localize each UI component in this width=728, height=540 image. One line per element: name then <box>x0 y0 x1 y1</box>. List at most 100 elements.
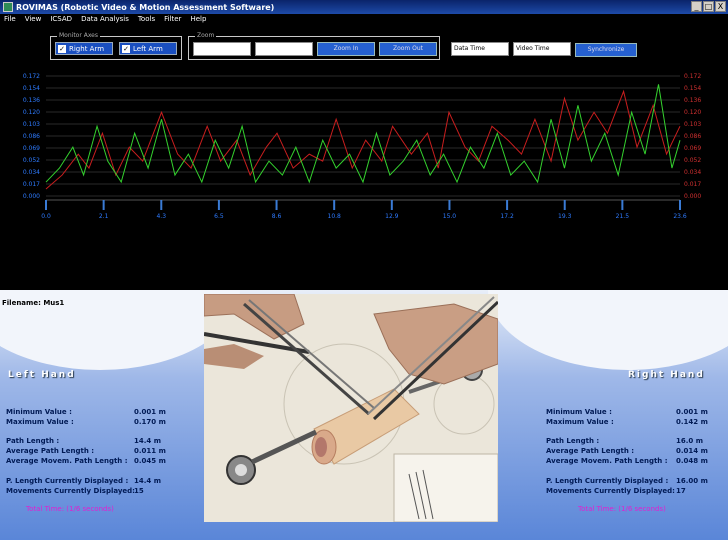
zoom-to-input[interactable] <box>255 42 313 56</box>
x-tick-label: 10.8 <box>328 213 342 220</box>
right-max-value: 0.142 m <box>676 418 708 426</box>
synchronize-button[interactable]: Synchronize <box>575 43 637 57</box>
left-min-value: 0.001 m <box>134 408 166 416</box>
right-arm-checkbox[interactable]: ✓ Right Arm <box>55 42 113 55</box>
left-avgm-label: Average Movem. Path Length : <box>6 457 128 465</box>
y-tick-label-right: 0.120 <box>684 109 701 116</box>
left-avg-value: 0.011 m <box>134 447 166 455</box>
surgical-video-image <box>204 294 498 522</box>
right-plen-value: 16.00 m <box>676 477 708 485</box>
y-tick-label-right: 0.017 <box>684 181 701 188</box>
y-tick-label-right: 0.052 <box>684 157 701 164</box>
y-tick-label: 0.052 <box>23 157 40 164</box>
zoom-out-button[interactable]: Zoom Out <box>379 42 437 56</box>
zoom-in-label: Zoom In <box>333 45 359 52</box>
left-path-label: Path Length : <box>6 437 60 445</box>
y-tick-label: 0.086 <box>23 133 40 140</box>
y-tick-label: 0.034 <box>23 169 40 176</box>
zoom-legend: Zoom <box>195 32 217 39</box>
y-tick-label: 0.120 <box>23 109 40 116</box>
y-tick-label-right: 0.172 <box>684 73 701 80</box>
left-arm-checkbox[interactable]: ✓ Left Arm <box>119 42 177 55</box>
x-tick-label: 12.9 <box>385 213 399 220</box>
y-tick-label: 0.154 <box>23 85 40 92</box>
right-avgm-value: 0.048 m <box>676 457 708 465</box>
zoom-in-button[interactable]: Zoom In <box>317 42 375 56</box>
y-tick-label: 0.136 <box>23 97 40 104</box>
y-tick-label-right: 0.086 <box>684 133 701 140</box>
y-tick-label-right: 0.034 <box>684 169 701 176</box>
menu-data-analysis[interactable]: Data Analysis <box>77 14 134 26</box>
decorative-curve <box>488 290 728 370</box>
app-icon <box>3 2 13 12</box>
left-arm-series-line <box>45 89 681 190</box>
left-moves-value: 15 <box>134 487 144 495</box>
x-tick-label: 17.2 <box>500 213 514 220</box>
filename-label: Filename: Mus1 <box>2 299 65 307</box>
menu-tools[interactable]: Tools <box>134 14 160 26</box>
right-path-value: 16.0 m <box>676 437 704 445</box>
right-max-label: Maximum Value : <box>546 418 614 426</box>
left-max-label: Maximum Value : <box>6 418 74 426</box>
zoom-out-label: Zoom Out <box>392 45 424 52</box>
toolbar: Monitor Axes ✓ Right Arm ✓ Left Arm Zoom… <box>0 26 728 66</box>
video-time-input[interactable]: Video Time <box>513 42 571 56</box>
right-avgm-label: Average Movem. Path Length : <box>546 457 668 465</box>
y-tick-label: 0.172 <box>23 73 40 80</box>
minimize-button[interactable]: _ <box>691 1 702 12</box>
zoom-from-input[interactable] <box>193 42 251 56</box>
right-min-value: 0.001 m <box>676 408 708 416</box>
right-arm-series-line <box>45 84 681 184</box>
right-avg-value: 0.014 m <box>676 447 708 455</box>
y-tick-label-right: 0.154 <box>684 85 701 92</box>
right-plen-label: P. Length Currently Displayed : <box>546 477 669 485</box>
menu-file[interactable]: File <box>0 14 21 26</box>
y-tick-label-right: 0.103 <box>684 121 701 128</box>
menu-filter[interactable]: Filter <box>160 14 186 26</box>
x-tick-label: 4.3 <box>156 213 166 220</box>
right-moves-label: Movements Currently Displayed: <box>546 487 675 495</box>
maximize-button[interactable]: □ <box>703 1 714 12</box>
data-time-input[interactable]: Data Time <box>451 42 509 56</box>
left-max-value: 0.170 m <box>134 418 166 426</box>
x-tick-label: 19.3 <box>558 213 572 220</box>
x-tick-label: 8.6 <box>272 213 282 220</box>
menu-help[interactable]: Help <box>186 14 211 26</box>
x-tick-label: 15.0 <box>443 213 457 220</box>
menu-bar: File View ICSAD Data Analysis Tools Filt… <box>0 14 728 26</box>
analysis-panel: Filename: Mus1 Left Hand Minimum Value:… <box>0 290 728 540</box>
window-controls: _ □ X <box>691 1 726 12</box>
motion-chart[interactable]: 0.172 0.172 0.154 0.154 0.136 0.136 0.120 0.120… <box>0 66 728 290</box>
x-tick-label: 2.1 <box>99 213 109 220</box>
y-tick-label-right: 0.136 <box>684 97 701 104</box>
y-tick-label: 0.000 <box>23 193 40 200</box>
synchronize-label: Synchronize <box>587 46 625 53</box>
menu-view[interactable]: View <box>21 14 47 26</box>
monitor-axes-group: Monitor Axes ✓ Right Arm ✓ Left Arm <box>50 32 182 60</box>
x-tick-label: 6.5 <box>214 213 224 220</box>
left-min-label: Minimum Value : <box>6 408 72 416</box>
menu-icsad[interactable]: ICSAD <box>46 14 77 26</box>
window-title: ROVIMAS (Robotic Video & Motion Assessme… <box>16 2 275 12</box>
motion-graph[interactable]: 0.172 0.172 0.154 0.154 0.136 0.136 0.120 0.120… <box>0 66 728 290</box>
left-arm-label: Left Arm <box>133 44 163 53</box>
y-tick-label: 0.017 <box>23 181 40 188</box>
zoom-group: Zoom Zoom In Zoom Out <box>188 32 440 60</box>
x-tick-label: 23.6 <box>673 213 687 220</box>
left-plen-label: P. Length Currently Displayed : <box>6 477 129 485</box>
left-hand-title: Left Hand <box>8 370 76 380</box>
left-moves-label: Movements Currently Displayed: <box>6 487 135 495</box>
checkmark-icon: ✓ <box>58 44 66 53</box>
right-avg-label: Average Path Length : <box>546 447 635 455</box>
video-frame[interactable] <box>204 294 498 522</box>
right-total-time: Total Time: (1/6 seconds) <box>578 505 666 513</box>
close-button[interactable]: X <box>715 1 726 12</box>
monitor-axes-legend: Monitor Axes <box>57 32 101 39</box>
left-path-value: 14.4 m <box>134 437 162 445</box>
y-tick-label: 0.103 <box>23 121 40 128</box>
checkmark-icon: ✓ <box>122 44 130 53</box>
y-tick-label-right: 0.069 <box>684 145 701 152</box>
right-moves-value: 17 <box>676 487 686 495</box>
x-tick-label: 21.5 <box>616 213 630 220</box>
right-hand-title: Right Hand <box>628 370 705 380</box>
